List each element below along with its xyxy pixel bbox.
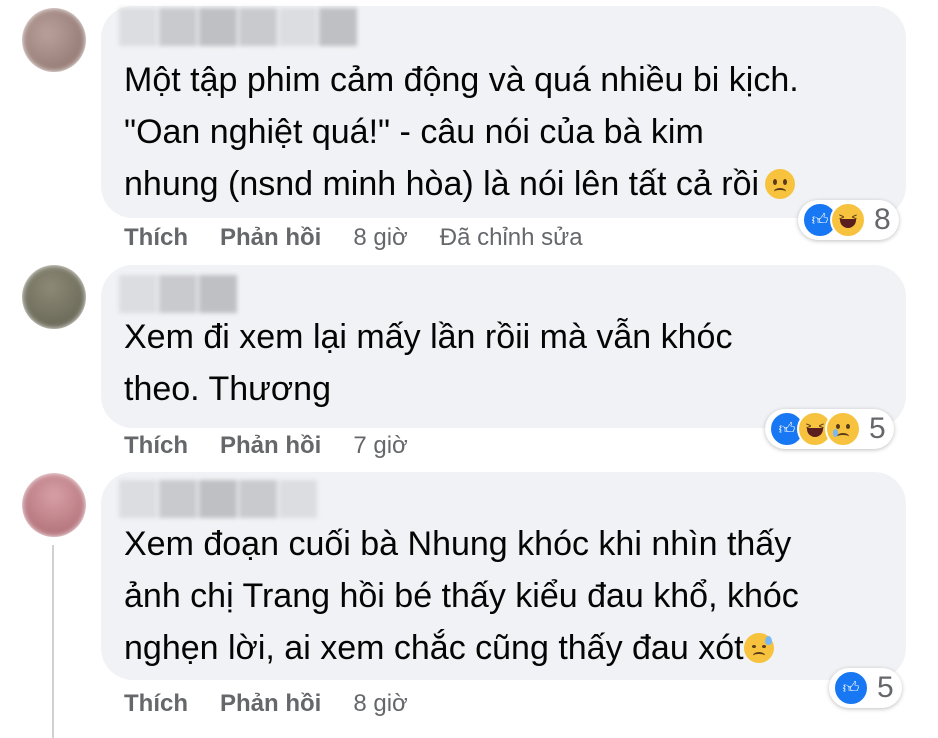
avatar[interactable]: [22, 265, 86, 329]
avatar[interactable]: [22, 8, 86, 72]
reply-button[interactable]: Phản hồi: [220, 432, 321, 460]
author-name-blurred[interactable]: [119, 480, 317, 518]
comment-line: "Oan nghiệt quá!" - câu nói của bà kim: [124, 113, 704, 151]
comment-line: nghẹn lời, ai xem chắc cũng thấy đau xót: [124, 629, 744, 667]
comment-actions: Thích Phản hồi 7 giờ: [124, 431, 440, 461]
comment-bubble: Xem đi xem lại mấy lần rồii mà vẫn khóc …: [101, 265, 906, 428]
frowning-face-icon: [765, 169, 796, 199]
comment-line: Xem đi xem lại mấy lần rồii mà vẫn khóc: [124, 318, 733, 356]
comment-actions: Thích Phản hồi 8 giờ Đã chỉnh sửa: [124, 223, 615, 253]
timestamp[interactable]: 8 giờ: [353, 690, 407, 718]
comment-line: Xem đoạn cuối bà Nhung khóc khi nhìn thấ…: [124, 525, 792, 563]
comment-actions: Thích Phản hồi 8 giờ: [124, 689, 440, 719]
comment-line: theo. Thương: [124, 370, 332, 408]
comment-line: ảnh chị Trang hồi bé thấy kiểu đau khổ, …: [124, 577, 799, 615]
sad-reaction-icon: [825, 411, 861, 447]
reaction-count: 5: [869, 412, 886, 445]
reply-thread-line: [52, 545, 54, 738]
comment-text: Xem đi xem lại mấy lần rồii mà vẫn khóc …: [124, 311, 886, 415]
comment-line-with-emoji: nhung (nsnd minh hòa) là nói lên tất cả …: [124, 158, 886, 210]
reaction-count: 5: [877, 671, 894, 704]
edited-label[interactable]: Đã chỉnh sửa: [440, 224, 583, 252]
like-reaction-icon: 👍︎: [833, 670, 869, 706]
downcast-sweat-face-icon: [743, 633, 774, 663]
reaction-count: 8: [874, 203, 891, 236]
like-button[interactable]: Thích: [124, 690, 188, 718]
comment-bubble: Một tập phim cảm động và quá nhiều bi kị…: [101, 6, 906, 218]
comment-text: Một tập phim cảm động và quá nhiều bi kị…: [124, 54, 886, 210]
comment-bubble: Xem đoạn cuối bà Nhung khóc khi nhìn thấ…: [101, 472, 906, 680]
author-name-blurred[interactable]: [119, 8, 357, 46]
reply-button[interactable]: Phản hồi: [220, 690, 321, 718]
avatar[interactable]: [22, 473, 86, 537]
comment-text: Xem đoạn cuối bà Nhung khóc khi nhìn thấ…: [124, 518, 886, 674]
reaction-summary[interactable]: 👍︎ 5: [829, 668, 902, 708]
author-name-blurred[interactable]: [119, 275, 237, 313]
comment-line: nhung (nsnd minh hòa) là nói lên tất cả …: [124, 165, 760, 203]
haha-reaction-icon: > <: [830, 202, 866, 238]
like-button[interactable]: Thích: [124, 432, 188, 460]
reaction-summary[interactable]: 👍︎ > < 5: [765, 409, 894, 449]
reply-button[interactable]: Phản hồi: [220, 224, 321, 252]
like-button[interactable]: Thích: [124, 224, 188, 252]
comment-line-with-emoji: nghẹn lời, ai xem chắc cũng thấy đau xót: [124, 622, 886, 674]
timestamp[interactable]: 7 giờ: [353, 432, 407, 460]
timestamp[interactable]: 8 giờ: [353, 224, 407, 252]
reaction-summary[interactable]: 👍︎ > < 8: [798, 200, 899, 240]
comment-line: Một tập phim cảm động và quá nhiều bi kị…: [124, 61, 799, 99]
